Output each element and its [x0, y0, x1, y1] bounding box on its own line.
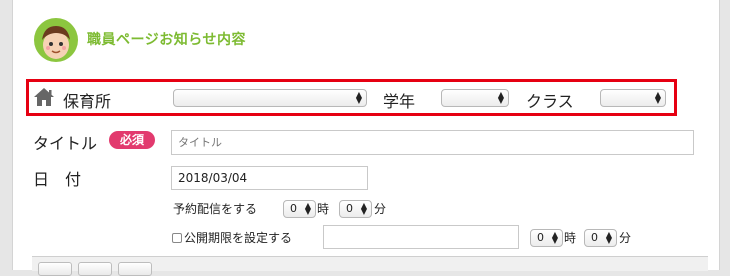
toolbar-button[interactable]: [118, 262, 152, 276]
date-field-label: 日 付: [33, 170, 82, 189]
schedule-hour-select[interactable]: 0 ▲ ▼: [283, 200, 316, 218]
select-arrows-icon: ▲ ▼: [654, 90, 661, 105]
title-input[interactable]: [171, 130, 694, 155]
schedule-hour-value: 0: [290, 202, 297, 215]
staff-avatar-icon: [32, 16, 80, 64]
toolbar-button[interactable]: [38, 262, 72, 276]
period-date-input[interactable]: [323, 225, 519, 249]
house-icon: [33, 87, 55, 107]
schedule-minute-select[interactable]: 0 ▲ ▼: [339, 200, 372, 218]
schedule-label: 予約配信をする: [173, 202, 258, 216]
hour-unit-label: 時: [564, 231, 577, 245]
nursery-select[interactable]: ▲ ▼: [173, 89, 367, 107]
class-select[interactable]: ▲ ▼: [600, 89, 666, 107]
period-minute-select[interactable]: 0 ▲ ▼: [584, 229, 617, 247]
period-hour-select[interactable]: 0 ▲ ▼: [530, 229, 563, 247]
period-checkbox[interactable]: [172, 233, 182, 243]
class-label: クラス: [526, 92, 574, 111]
editor-toolbar: [32, 256, 708, 276]
period-minute-value: 0: [591, 231, 598, 244]
select-arrows-icon: ▲ ▼: [355, 90, 362, 105]
select-arrows-icon: ▲ ▼: [551, 230, 558, 245]
period-checkbox-label[interactable]: 公開期限を設定する: [184, 229, 292, 246]
date-input[interactable]: 2018/03/04: [171, 166, 368, 190]
hour-unit-label: 時: [317, 202, 330, 216]
select-arrows-icon: ▲ ▼: [605, 230, 612, 245]
select-arrows-icon: ▲ ▼: [360, 201, 367, 216]
required-badge: 必須: [109, 131, 155, 149]
title-field-label: タイトル: [33, 134, 98, 153]
grade-label: 学年: [383, 92, 416, 111]
schedule-minute-value: 0: [346, 202, 353, 215]
grade-select[interactable]: ▲ ▼: [441, 89, 509, 107]
minute-unit-label: 分: [619, 231, 632, 245]
page-title: 職員ページお知らせ内容: [87, 32, 246, 48]
nursery-label: 保育所: [63, 92, 112, 111]
period-hour-value: 0: [537, 231, 544, 244]
select-arrows-icon: ▲ ▼: [497, 90, 504, 105]
toolbar-button[interactable]: [78, 262, 112, 276]
minute-unit-label: 分: [374, 202, 387, 216]
select-arrows-icon: ▲ ▼: [304, 201, 311, 216]
